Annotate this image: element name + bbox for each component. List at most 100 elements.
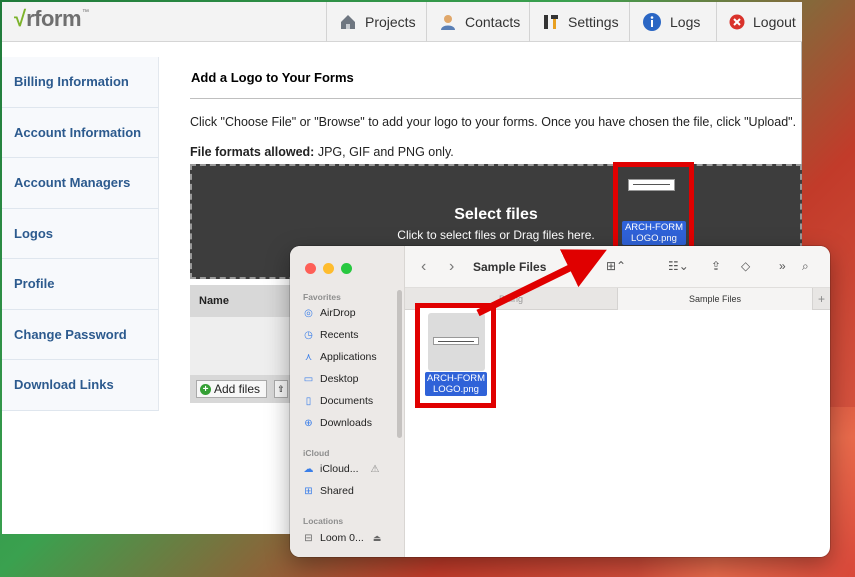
nav-projects[interactable]: Projects bbox=[326, 2, 426, 42]
finder-item-icloud-drive[interactable]: ☁ iCloud... ⚠ bbox=[303, 463, 380, 475]
zoom-window-button[interactable] bbox=[341, 263, 352, 274]
finder-item-label: Desktop bbox=[320, 373, 359, 385]
nav-settings-label: Settings bbox=[568, 14, 619, 30]
desktop-icon: ▭ bbox=[303, 373, 314, 385]
sidebar-item-account-managers[interactable]: Account Managers bbox=[2, 158, 159, 209]
allowed-formats-label: File formats allowed: bbox=[190, 145, 315, 159]
finder-item-label: Loom 0... bbox=[320, 532, 364, 544]
search-icon[interactable]: ⌕ bbox=[802, 259, 809, 274]
dragged-file-name-line2: LOGO.png bbox=[631, 233, 677, 244]
nav-contacts-label: Contacts bbox=[465, 14, 521, 30]
finder-item-loom-disk[interactable]: ⊟ Loom 0... ⏏ bbox=[303, 532, 381, 544]
view-grid-icon[interactable]: ⊞⌃ bbox=[606, 259, 626, 273]
finder-item-airdrop[interactable]: ◎ AirDrop bbox=[303, 307, 356, 319]
main-nav: Projects Contacts Settings Logs Logout bbox=[326, 2, 802, 42]
finder-window: Favorites ◎ AirDrop ◷ Recents ⋏ Applicat… bbox=[290, 246, 830, 557]
dragged-file-name-line1: ARCH-FORM bbox=[624, 222, 684, 233]
logo-check-icon: √ bbox=[14, 6, 27, 31]
file-table-header-name: Name bbox=[190, 285, 290, 317]
plus-icon: + bbox=[200, 383, 211, 395]
allowed-formats: File formats allowed: JPG, GIF and PNG o… bbox=[190, 145, 802, 159]
page-title: Add a Logo to Your Forms bbox=[190, 57, 802, 99]
file-thumbnail-icon bbox=[628, 179, 675, 191]
app-logo[interactable]: √ rform ™ bbox=[14, 8, 89, 30]
group-view-icon[interactable]: ☷⌄ bbox=[668, 259, 689, 273]
eject-icon[interactable]: ⏏ bbox=[373, 533, 382, 544]
back-arrow-icon[interactable]: ‹ bbox=[421, 258, 426, 276]
info-icon bbox=[642, 12, 662, 32]
applications-icon: ⋏ bbox=[304, 351, 313, 363]
dragged-file-highlight[interactable]: ARCH-FORM LOGO.png bbox=[613, 162, 694, 254]
file-thumbnail-icon bbox=[428, 313, 485, 371]
cloud-icon: ☁ bbox=[303, 463, 314, 475]
sidebar-item-logos[interactable]: Logos bbox=[2, 208, 159, 259]
sidebar-item-download-links[interactable]: Download Links bbox=[2, 360, 159, 411]
finder-item-applications[interactable]: ⋏ Applications bbox=[303, 351, 377, 363]
finder-item-label: AirDrop bbox=[320, 307, 356, 319]
logo-text: rform bbox=[26, 6, 82, 31]
warning-icon: ⚠ bbox=[370, 463, 380, 475]
finder-item-label: Shared bbox=[320, 485, 354, 497]
sidebar-item-profile[interactable]: Profile bbox=[2, 259, 159, 310]
finder-item-label: Applications bbox=[320, 351, 377, 363]
upload-instructions: Click "Choose File" or "Browse" to add y… bbox=[190, 115, 797, 129]
nav-contacts[interactable]: Contacts bbox=[426, 2, 529, 42]
settings-sidebar: Billing Information Account Information … bbox=[2, 57, 159, 411]
file-table-footer: + Add files ⇧ bbox=[190, 375, 290, 403]
top-nav-bar: √ rform ™ Projects Contacts Settings Log… bbox=[2, 2, 802, 42]
dropzone-subtitle: Click to select files or Drag files here… bbox=[397, 228, 595, 242]
window-controls bbox=[305, 263, 352, 274]
finder-item-downloads[interactable]: ⊕ Downloads bbox=[303, 417, 372, 429]
add-files-label: Add files bbox=[214, 382, 261, 396]
finder-item-label: Recents bbox=[320, 329, 359, 341]
tab-sample-files[interactable]: Sample Files bbox=[617, 288, 813, 310]
dropzone-title: Select files bbox=[454, 206, 538, 223]
more-icon[interactable]: » bbox=[779, 259, 786, 273]
sidebar-item-billing-information[interactable]: Billing Information bbox=[2, 57, 159, 108]
nav-settings[interactable]: Settings bbox=[529, 2, 629, 42]
new-tab-plus-icon[interactable]: + bbox=[813, 288, 830, 310]
nav-logout-label: Logout bbox=[753, 14, 796, 30]
nav-logs-label: Logs bbox=[670, 14, 701, 30]
finder-item-desktop[interactable]: ▭ Desktop bbox=[303, 373, 359, 385]
finder-item-documents[interactable]: ▯ Documents bbox=[303, 395, 373, 407]
upload-arrow-icon[interactable]: ⇧ bbox=[274, 380, 288, 398]
tag-icon[interactable]: ◇ bbox=[741, 259, 750, 273]
sidebar-scrollbar[interactable] bbox=[397, 290, 402, 438]
clock-icon: ◷ bbox=[304, 329, 313, 341]
file-table-body bbox=[190, 317, 290, 375]
add-files-button[interactable]: + Add files bbox=[196, 380, 268, 398]
favorites-group-label: Favorites bbox=[303, 292, 341, 302]
document-icon: ▯ bbox=[305, 395, 312, 407]
main-content: Add a Logo to Your Forms Click "Choose F… bbox=[190, 57, 802, 403]
nav-logs[interactable]: Logs bbox=[629, 2, 716, 42]
icloud-group-label: iCloud bbox=[303, 448, 330, 458]
allowed-formats-value: JPG, GIF and PNG only. bbox=[314, 145, 454, 159]
minimize-window-button[interactable] bbox=[323, 263, 334, 274]
forward-arrow-icon[interactable]: › bbox=[449, 258, 454, 276]
finder-file-highlight[interactable]: ARCH-FORM LOGO.png bbox=[415, 303, 496, 408]
close-window-button[interactable] bbox=[305, 263, 316, 274]
finder-item-shared[interactable]: ⊞ Shared bbox=[303, 485, 354, 497]
finder-toolbar: ‹ › Sample Files ⊞⌃ ☷⌄ ⇪ ◇ » ⌕ bbox=[405, 246, 830, 288]
finder-sidebar: Favorites ◎ AirDrop ◷ Recents ⋏ Applicat… bbox=[290, 246, 405, 557]
finder-item-label: Documents bbox=[320, 395, 374, 407]
dragged-file-label: ARCH-FORM LOGO.png bbox=[622, 221, 686, 245]
tools-icon bbox=[542, 12, 560, 32]
nav-logout[interactable]: Logout bbox=[716, 2, 802, 42]
share-icon[interactable]: ⇪ bbox=[711, 259, 721, 273]
finder-window-title: Sample Files bbox=[473, 260, 547, 274]
sidebar-item-change-password[interactable]: Change Password bbox=[2, 309, 159, 360]
airdrop-icon: ◎ bbox=[304, 307, 313, 319]
nav-projects-label: Projects bbox=[365, 14, 416, 30]
finder-item-label: iCloud... bbox=[320, 463, 359, 475]
finder-item-label: Downloads bbox=[320, 417, 372, 429]
close-circle-icon bbox=[729, 12, 745, 32]
sidebar-item-account-information[interactable]: Account Information bbox=[2, 107, 159, 158]
finder-item-recents[interactable]: ◷ Recents bbox=[303, 329, 359, 341]
disk-icon: ⊟ bbox=[304, 532, 313, 544]
locations-group-label: Locations bbox=[303, 516, 344, 526]
person-icon bbox=[439, 12, 457, 32]
shared-folder-icon: ⊞ bbox=[304, 485, 313, 497]
finder-file-name-line2: LOGO.png bbox=[433, 384, 479, 395]
